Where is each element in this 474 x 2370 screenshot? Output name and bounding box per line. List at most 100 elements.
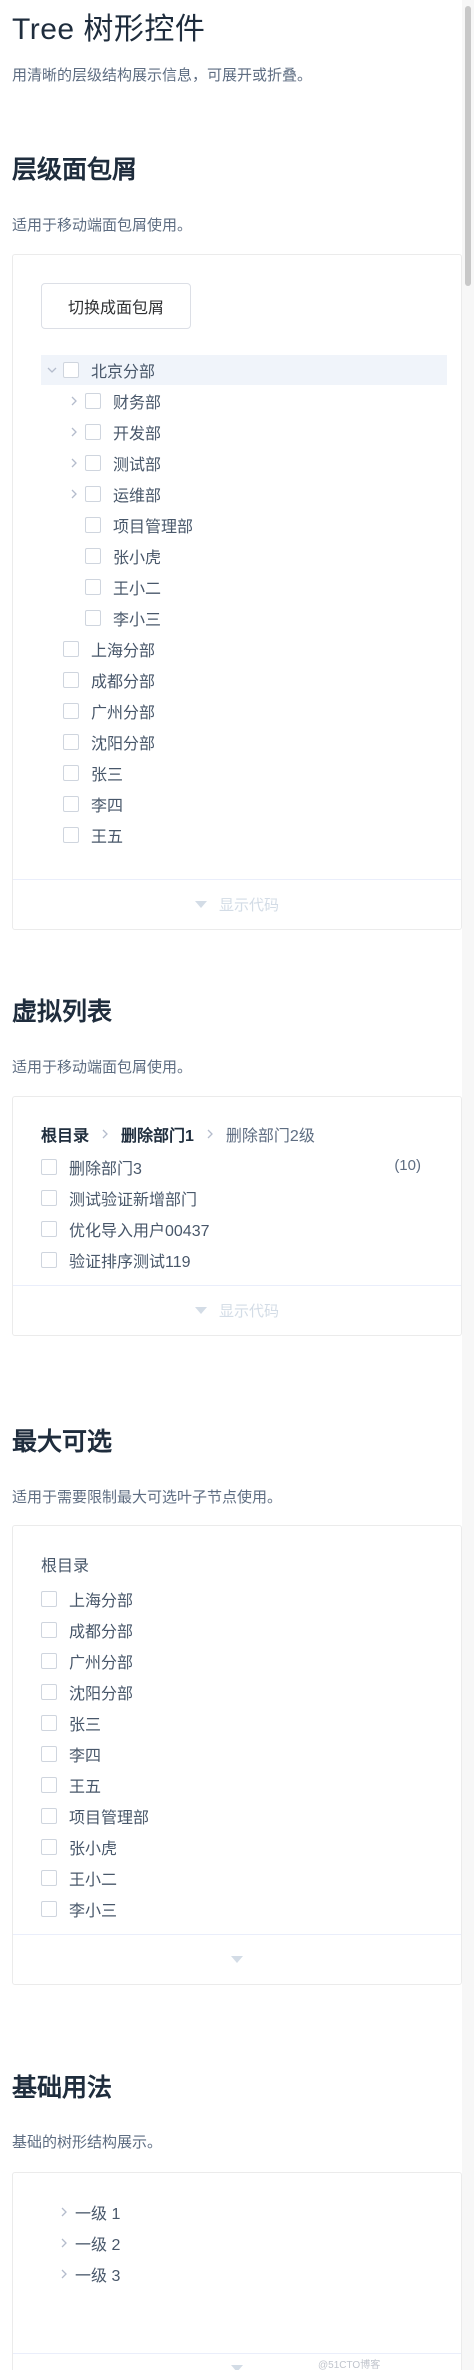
tree-node[interactable]: 财务部	[63, 386, 161, 416]
checkbox[interactable]	[63, 362, 79, 378]
tree-node[interactable]: 张三	[63, 758, 123, 788]
tree-node[interactable]: 李四	[41, 1739, 101, 1769]
page-description: 用清晰的层级结构展示信息，可展开或折叠。	[12, 67, 313, 84]
tree-node[interactable]: 成都分部	[41, 1615, 133, 1645]
checkbox[interactable]	[85, 455, 101, 471]
checkbox[interactable]	[41, 1901, 57, 1917]
tree-node[interactable]: 王小二	[85, 572, 161, 602]
list-item[interactable]: 测试验证新增部门	[41, 1183, 197, 1213]
tree-node-label: 一级 1	[75, 2206, 121, 2223]
caret-down-icon	[194, 1307, 207, 1314]
checkbox[interactable]	[41, 1190, 57, 1206]
show-code-toggle[interactable]	[13, 2353, 461, 2370]
tree-node[interactable]: 张三	[41, 1708, 101, 1738]
checkbox[interactable]	[85, 517, 101, 533]
checkbox[interactable]	[85, 424, 101, 440]
tree-node[interactable]: 李小三	[41, 1894, 117, 1924]
scrollbar-thumb[interactable]	[465, 6, 471, 286]
tree-node-label: 开发部	[113, 426, 162, 443]
tree-node[interactable]: 上海分部	[63, 634, 155, 664]
tree-node[interactable]: 运维部	[63, 479, 161, 509]
tree-node-root[interactable]: 北京分部	[41, 355, 447, 385]
checkbox[interactable]	[41, 1221, 57, 1237]
checkbox[interactable]	[41, 1839, 57, 1855]
checkbox[interactable]	[41, 1622, 57, 1638]
list-item[interactable]: 验证排序测试119	[41, 1245, 191, 1275]
tree-node-label: 李小三	[69, 1903, 118, 1920]
tree-node[interactable]: 项目管理部	[85, 510, 193, 540]
tree-node[interactable]: 沈阳分部	[63, 727, 155, 757]
tree-node[interactable]: 测试部	[63, 448, 161, 478]
checkbox[interactable]	[63, 672, 79, 688]
tree-node[interactable]: 一级 2	[53, 2228, 120, 2258]
tree-node-label: 李四	[91, 798, 124, 815]
checkbox[interactable]	[41, 1808, 57, 1824]
tree-node[interactable]: 开发部	[63, 417, 161, 447]
tree-node[interactable]: 一级 3	[53, 2259, 120, 2289]
tree-node-label: 运维部	[113, 488, 162, 505]
demo-virtual-list: 根目录 删除部门1 删除部门2级 删除部门3 (10) 测试验证新增部门 优化导…	[12, 1096, 462, 1336]
show-code-toggle[interactable]: 显示代码	[13, 1285, 461, 1335]
tree-node[interactable]: 广州分部	[63, 696, 155, 726]
checkbox[interactable]	[85, 548, 101, 564]
checkbox[interactable]	[41, 1870, 57, 1886]
tree-node[interactable]: 广州分部	[41, 1646, 133, 1676]
tree-node[interactable]: 李小三	[85, 603, 161, 633]
tree-node-label: 李四	[69, 1748, 102, 1765]
checkbox[interactable]	[41, 1715, 57, 1731]
checkbox[interactable]	[41, 1159, 57, 1175]
checkbox[interactable]	[63, 796, 79, 812]
checkbox[interactable]	[63, 765, 79, 781]
breadcrumb: 根目录 删除部门1 删除部门2级	[41, 1119, 315, 1149]
checkbox[interactable]	[63, 734, 79, 750]
tree-node[interactable]: 王小二	[41, 1863, 117, 1893]
checkbox[interactable]	[85, 486, 101, 502]
chevron-right-icon[interactable]	[53, 2207, 75, 2217]
chevron-right-icon[interactable]	[53, 2269, 75, 2279]
tree-node[interactable]: 项目管理部	[41, 1801, 149, 1831]
checkbox[interactable]	[41, 1252, 57, 1268]
tree-node[interactable]: 张小虎	[41, 1832, 117, 1862]
show-code-toggle[interactable]: 显示代码	[13, 879, 461, 929]
tree-node[interactable]: 王五	[41, 1770, 101, 1800]
tree-node[interactable]: 张小虎	[85, 541, 161, 571]
chevron-right-icon[interactable]	[63, 458, 85, 468]
tree-node[interactable]: 王五	[63, 820, 123, 850]
scrollbar-track[interactable]	[462, 0, 474, 2370]
tree-node-label: 张小虎	[69, 1841, 118, 1858]
checkbox[interactable]	[41, 1591, 57, 1607]
checkbox[interactable]	[63, 703, 79, 719]
tree-node-label: 沈阳分部	[69, 1686, 134, 1703]
section-desc-basic: 基础的树形结构展示。	[12, 2134, 163, 2151]
list-item-label: 验证排序测试119	[69, 1254, 191, 1271]
show-code-toggle[interactable]	[13, 1934, 461, 1984]
tree-node[interactable]: 沈阳分部	[41, 1677, 133, 1707]
checkbox[interactable]	[85, 579, 101, 595]
tree-node[interactable]: 一级 1	[53, 2197, 120, 2227]
section-title-max: 最大可选	[12, 1428, 113, 1456]
breadcrumb-item[interactable]: 删除部门1	[121, 1122, 194, 1146]
checkbox[interactable]	[85, 610, 101, 626]
list-item[interactable]: 优化导入用户00437	[41, 1214, 210, 1244]
chevron-right-icon[interactable]	[63, 489, 85, 499]
tree-node[interactable]: 成都分部	[63, 665, 155, 695]
tree-node[interactable]: 上海分部	[41, 1584, 133, 1614]
chevron-down-icon[interactable]	[41, 365, 63, 375]
tree-node[interactable]: 李四	[63, 789, 123, 819]
chevron-right-icon[interactable]	[63, 396, 85, 406]
tree-node-label: 成都分部	[69, 1624, 134, 1641]
toggle-breadcrumb-button[interactable]: 切换成面包屑	[41, 283, 191, 329]
list-item[interactable]: 删除部门3	[41, 1152, 142, 1182]
checkbox[interactable]	[63, 641, 79, 657]
checkbox[interactable]	[41, 1746, 57, 1762]
checkbox[interactable]	[41, 1684, 57, 1700]
checkbox[interactable]	[63, 827, 79, 843]
list-item-label: 删除部门3	[69, 1161, 142, 1178]
tree-node-label: 广州分部	[91, 705, 156, 722]
checkbox[interactable]	[41, 1777, 57, 1793]
breadcrumb-item[interactable]: 根目录	[41, 1122, 89, 1146]
chevron-right-icon[interactable]	[63, 427, 85, 437]
checkbox[interactable]	[85, 393, 101, 409]
checkbox[interactable]	[41, 1653, 57, 1669]
chevron-right-icon[interactable]	[53, 2238, 75, 2248]
